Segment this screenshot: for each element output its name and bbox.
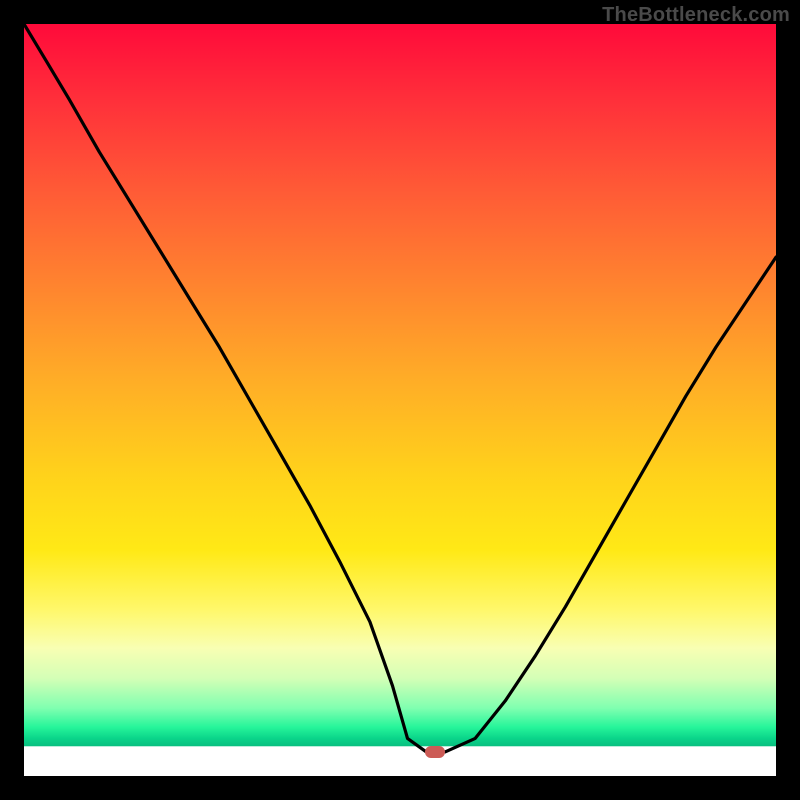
optimal-marker xyxy=(425,746,445,758)
watermark-text: TheBottleneck.com xyxy=(602,4,790,27)
bottleneck-curve xyxy=(24,24,776,776)
plot-area xyxy=(24,24,776,776)
chart-frame: TheBottleneck.com xyxy=(0,0,800,800)
